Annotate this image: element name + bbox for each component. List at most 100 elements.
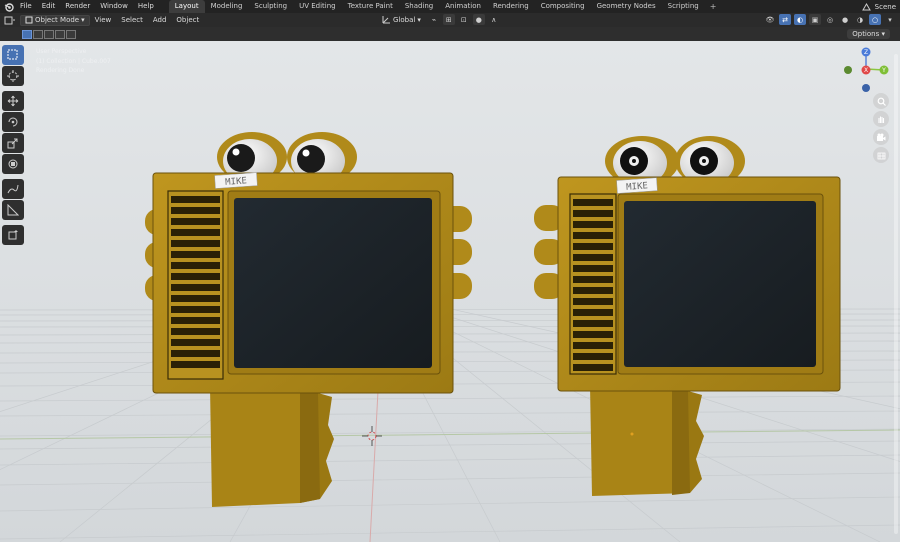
transform-tools: Global ▾ ⌁ ⊞ ⊡ ● ∧ <box>378 14 500 25</box>
select-subtract-icon[interactable] <box>44 29 54 39</box>
pivot-icon[interactable]: ⌁ <box>428 14 440 25</box>
tool-shelf <box>2 45 24 245</box>
gizmo-z-label: Z <box>864 49 868 56</box>
tab-texture-paint[interactable]: Texture Paint <box>342 0 399 13</box>
viewport-nav-buttons <box>873 93 889 163</box>
menu-object[interactable]: Object <box>171 16 204 24</box>
right-name-label: MIKE <box>626 181 648 192</box>
visibility-icon[interactable]: 👁 <box>764 14 776 25</box>
snap-icon[interactable]: ⊞ <box>442 14 455 25</box>
shading-options-icon[interactable]: ▾ <box>884 14 896 25</box>
viewport-display-tools: 👁 ⇄ ◐ ▣ ◎ ● ◑ ○ ▾ <box>764 14 896 25</box>
camera-view-icon[interactable] <box>873 129 889 145</box>
transform-tool[interactable] <box>2 154 24 174</box>
move-tool[interactable] <box>2 91 24 111</box>
menu-render[interactable]: Render <box>60 0 95 13</box>
perspective-toggle-icon[interactable] <box>873 147 889 163</box>
tab-sculpting[interactable]: Sculpting <box>248 0 293 13</box>
object-mode-icon <box>25 16 33 24</box>
tab-shading[interactable]: Shading <box>399 0 439 13</box>
orientation-selector[interactable]: Global ▾ <box>378 14 425 25</box>
rotate-tool[interactable] <box>2 112 24 132</box>
viewport-info-overlay: User Perspective (1) Collection | Cube.0… <box>36 47 111 76</box>
scale-icon <box>7 138 18 149</box>
tab-modeling[interactable]: Modeling <box>205 0 249 13</box>
tab-layout[interactable]: Layout <box>168 0 205 13</box>
menu-view[interactable]: View <box>90 16 117 24</box>
editor-type-button[interactable] <box>0 15 20 26</box>
gizmo-neg-z-axis[interactable] <box>862 84 870 92</box>
mode-label: Object Mode <box>35 16 80 24</box>
view-name: User Perspective <box>36 48 87 55</box>
xray-icon[interactable]: ▣ <box>809 14 821 25</box>
rendered-shading-icon[interactable]: ○ <box>869 14 881 25</box>
left-name-tag: MIKE <box>214 172 258 189</box>
chevron-down-icon: ▾ <box>417 15 421 24</box>
editor-type-icon <box>4 16 15 24</box>
add-workspace-button[interactable]: + <box>705 0 722 13</box>
viewport-scrollbar[interactable] <box>894 54 898 534</box>
tab-animation[interactable]: Animation <box>439 0 487 13</box>
mode-selector[interactable]: Object Mode ▾ <box>20 14 90 26</box>
overlay-toggle-icon[interactable]: ◐ <box>794 14 806 25</box>
tab-scripting[interactable]: Scripting <box>662 0 705 13</box>
navigation-gizmo[interactable]: Z X Y <box>830 41 900 101</box>
menu-window[interactable]: Window <box>95 0 133 13</box>
scene-icon <box>861 2 871 10</box>
menu-file[interactable]: File <box>15 0 37 13</box>
measure-tool[interactable] <box>2 200 24 220</box>
blender-logo-icon[interactable] <box>2 0 15 13</box>
right-name-tag: MIKE <box>616 177 658 194</box>
gizmo-toggle-icon[interactable]: ⇄ <box>779 14 791 25</box>
tab-uv-editing[interactable]: UV Editing <box>293 0 342 13</box>
cursor-tool[interactable] <box>2 66 24 86</box>
wireframe-shading-icon[interactable]: ◎ <box>824 14 836 25</box>
options-button[interactable]: Options ▾ <box>847 29 890 39</box>
menu-edit[interactable]: Edit <box>37 0 61 13</box>
left-name-label: MIKE <box>225 176 247 187</box>
tab-geometry-nodes[interactable]: Geometry Nodes <box>591 0 662 13</box>
scene-selector[interactable]: Scene <box>861 0 896 13</box>
solid-shading-icon[interactable]: ● <box>839 14 851 25</box>
gizmo-neg-y-axis[interactable] <box>844 66 852 74</box>
proportional-edit-icon[interactable]: ● <box>472 14 485 25</box>
menu-add[interactable]: Add <box>148 16 172 24</box>
falloff-icon[interactable]: ∧ <box>488 14 500 25</box>
select-box-tool[interactable] <box>2 45 24 65</box>
rotate-icon <box>8 117 18 127</box>
add-cube-tool[interactable] <box>2 225 24 245</box>
viewport-header: Object Mode ▾ View Select Add Object Glo… <box>0 13 900 27</box>
add-cube-icon <box>8 230 18 240</box>
menu-help[interactable]: Help <box>133 0 159 13</box>
gizmo-y-label: Y <box>881 67 886 74</box>
viewport-scene: MIKE MIKE <box>0 41 900 542</box>
material-shading-icon[interactable]: ◑ <box>854 14 866 25</box>
scale-tool[interactable] <box>2 133 24 153</box>
measure-icon <box>7 204 19 216</box>
zoom-icon[interactable] <box>873 93 889 109</box>
cursor-icon <box>7 70 19 82</box>
select-extend-icon[interactable] <box>33 29 43 39</box>
top-menubar: File Edit Render Window Help Layout Mode… <box>0 0 900 13</box>
chevron-down-icon: ▾ <box>81 16 85 24</box>
pan-hand-icon[interactable] <box>873 111 889 127</box>
annotate-tool[interactable] <box>2 179 24 199</box>
left-screen <box>234 198 432 368</box>
menu-select[interactable]: Select <box>116 16 148 24</box>
select-mode-group <box>22 29 76 39</box>
tool-settings-bar: Options ▾ <box>0 27 900 41</box>
tab-rendering[interactable]: Rendering <box>487 0 535 13</box>
object-origin <box>630 432 634 436</box>
workspace-tabs: Layout Modeling Sculpting UV Editing Tex… <box>168 0 722 13</box>
active-object-info: (1) Collection | Cube.007 <box>36 57 111 65</box>
gizmo-x-label: X <box>864 67 868 74</box>
select-new-icon[interactable] <box>22 29 32 39</box>
move-icon <box>7 95 19 107</box>
tab-compositing[interactable]: Compositing <box>535 0 591 13</box>
select-intersect-icon[interactable] <box>66 29 76 39</box>
orientation-icon <box>382 16 390 24</box>
select-invert-icon[interactable] <box>55 29 65 39</box>
select-box-icon <box>7 49 18 60</box>
3d-viewport[interactable]: MIKE MIKE User Perspective (1) Collectio… <box>0 41 900 542</box>
snap-target-icon[interactable]: ⊡ <box>458 14 470 25</box>
